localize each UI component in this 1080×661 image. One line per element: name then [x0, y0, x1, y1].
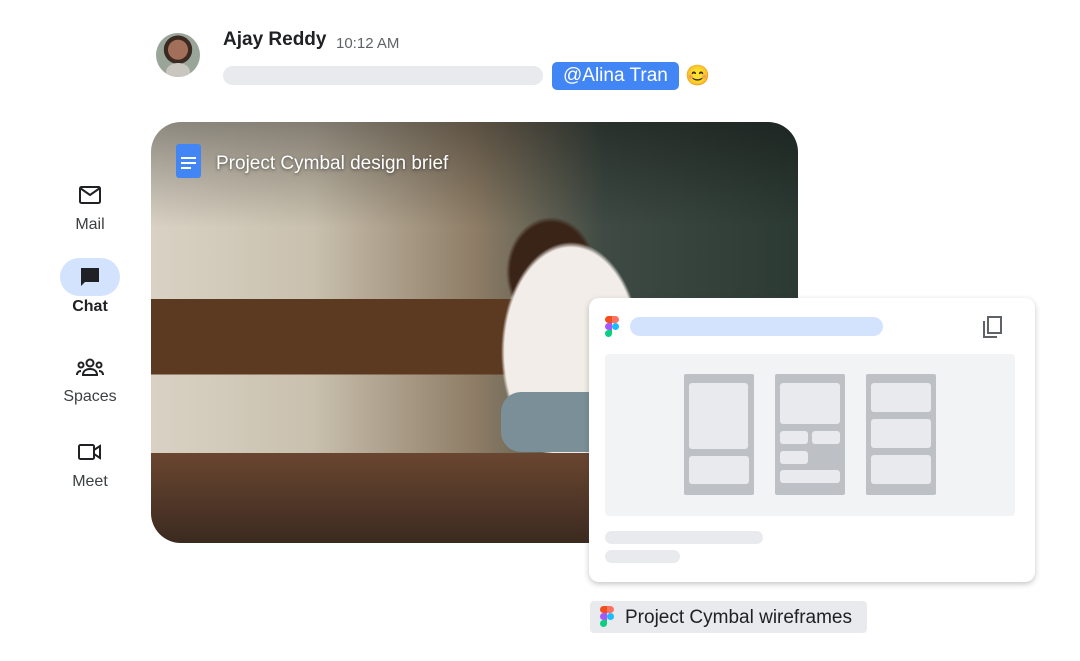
chat-icon — [60, 258, 120, 296]
nav-chat[interactable]: Chat — [60, 258, 120, 316]
timestamp: 10:12 AM — [336, 35, 400, 52]
avatar[interactable] — [156, 33, 200, 77]
nav-label: Mail — [75, 216, 105, 233]
nav-label: Meet — [72, 473, 108, 490]
nav-label: Spaces — [63, 388, 117, 405]
figma-icon — [600, 606, 615, 628]
mention-chip[interactable]: @Alina Tran — [552, 62, 679, 90]
nav-spaces[interactable]: Spaces — [60, 348, 120, 406]
chip-label: Project Cymbal wireframes — [625, 607, 852, 628]
text-placeholder — [605, 531, 763, 544]
message-text-placeholder — [223, 66, 543, 85]
doc-title[interactable]: Project Cymbal design brief — [216, 153, 448, 175]
sender-name: Ajay Reddy — [223, 29, 327, 50]
wireframe-screen — [866, 374, 936, 495]
figma-icon — [605, 316, 620, 338]
wireframe-screen — [684, 374, 754, 495]
smile-emoji: 😊 — [685, 65, 710, 87]
figma-file-chip[interactable]: Project Cymbal wireframes — [590, 601, 867, 633]
copy-icon[interactable] — [982, 315, 1004, 344]
title-placeholder — [630, 317, 883, 336]
figma-preview-card[interactable] — [589, 298, 1035, 582]
docs-icon — [176, 144, 201, 178]
spaces-icon — [60, 348, 120, 386]
text-placeholder — [605, 550, 680, 563]
nav-mail[interactable]: Mail — [60, 176, 120, 234]
wireframe-preview — [605, 354, 1015, 516]
video-icon — [60, 433, 120, 471]
mail-icon — [60, 176, 120, 214]
wireframe-screen — [775, 374, 845, 495]
nav-label: Chat — [72, 298, 108, 315]
nav-meet[interactable]: Meet — [60, 433, 120, 491]
